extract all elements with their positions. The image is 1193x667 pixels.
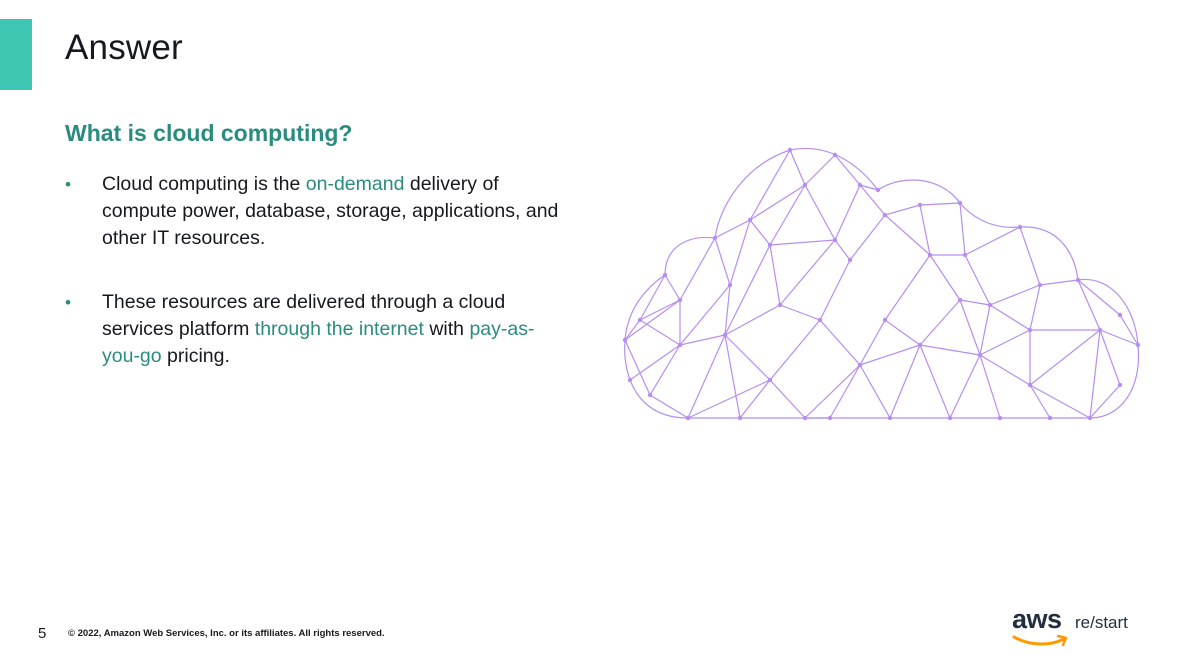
bullet-marker: • [65, 293, 71, 312]
bullet-item: • These resources are delivered through … [65, 289, 565, 370]
page-number: 5 [38, 625, 47, 642]
aws-restart-logo: aws re/start [1012, 604, 1142, 654]
bullet-text: pricing. [161, 345, 230, 367]
slide-title: Answer [65, 28, 183, 67]
bullet-text: Cloud computing is the [102, 173, 306, 195]
highlight-through-internet: through the internet [254, 318, 424, 340]
aws-smile-icon [1012, 634, 1068, 647]
restart-wordmark: re/start [1075, 613, 1128, 632]
cloud-mesh-icon [622, 147, 1141, 421]
aws-wordmark: aws [1012, 604, 1062, 634]
copyright-notice: © 2022, Amazon Web Services, Inc. or its… [68, 628, 385, 639]
highlight-on-demand: on-demand [305, 173, 405, 195]
question-heading: What is cloud computing? [65, 120, 353, 146]
title-accent-bar [0, 19, 32, 90]
bullet-item: • Cloud computing is the on-demand deliv… [65, 171, 565, 252]
bullet-marker: • [65, 175, 71, 194]
bullet-text: with [423, 318, 470, 340]
bullet-list: • Cloud computing is the on-demand deliv… [65, 171, 565, 370]
